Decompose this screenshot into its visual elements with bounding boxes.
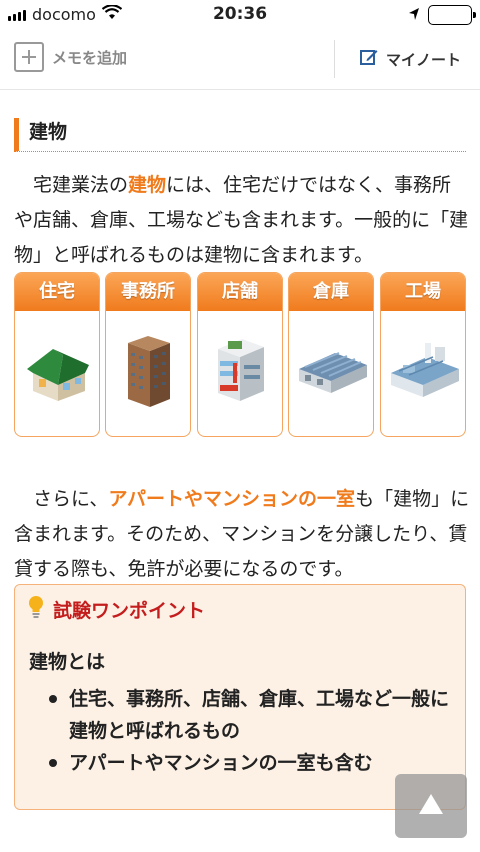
tip-list: 住宅、事務所、店舗、倉庫、工場など一般に建物と呼ばれるもの アパートやマンション… [49, 683, 459, 779]
location-arrow-icon [408, 6, 420, 25]
add-memo-label: メモを追加 [52, 48, 128, 67]
toolbar: メモを追加 マイノート [0, 28, 480, 90]
my-note-label: マイノート [386, 50, 462, 69]
intro-highlight: 建物 [128, 174, 167, 196]
card-label-store: 店舗 [198, 273, 282, 311]
tip-title: 試験ワンポイント [53, 600, 206, 622]
tip-subtitle: 建物とは [29, 651, 106, 673]
building-type-cards: 住宅 事務所 店舗 倉庫 工場 [14, 272, 466, 437]
tip-item: 住宅、事務所、店舗、倉庫、工場など一般に建物と呼ばれるもの [49, 683, 459, 747]
office-building-icon [128, 336, 170, 407]
second-highlight: アパートやマンションの一室 [108, 488, 356, 510]
second-paragraph: さらに、アパートやマンションの一室も「建物」に含まれます。そのため、マンションを… [14, 482, 470, 587]
scroll-to-top-button[interactable] [395, 774, 467, 838]
card-store: 店舗 [197, 272, 283, 437]
warehouse-icon [299, 352, 367, 393]
status-bar: docomo 20:36 [0, 0, 480, 28]
intro-text-before: 宅建業法の [14, 174, 129, 196]
card-factory: 工場 [380, 272, 466, 437]
my-note-button[interactable]: マイノート [360, 48, 461, 70]
edit-note-icon [360, 48, 378, 70]
toolbar-divider [334, 40, 335, 78]
factory-icon [391, 343, 459, 397]
plus-icon [14, 42, 44, 72]
lightbulb-icon [27, 595, 45, 624]
add-memo-button[interactable]: メモを追加 [14, 42, 127, 72]
status-right [408, 5, 476, 25]
house-icon [27, 349, 89, 401]
battery-icon [428, 5, 476, 25]
card-label-factory: 工場 [381, 273, 465, 311]
section-heading: 建物 [14, 118, 466, 152]
store-icon [218, 339, 264, 401]
card-office: 事務所 [105, 272, 191, 437]
tip-header: 試験ワンポイント [27, 595, 205, 624]
intro-paragraph: 宅建業法の建物には、住宅だけではなく、事務所や店舗、倉庫、工場なども含まれます。… [14, 168, 470, 273]
card-label-house: 住宅 [15, 273, 99, 311]
card-warehouse: 倉庫 [288, 272, 374, 437]
card-label-office: 事務所 [106, 273, 190, 311]
second-text-before: さらに、 [14, 488, 109, 510]
card-label-warehouse: 倉庫 [289, 273, 373, 311]
card-house: 住宅 [14, 272, 100, 437]
